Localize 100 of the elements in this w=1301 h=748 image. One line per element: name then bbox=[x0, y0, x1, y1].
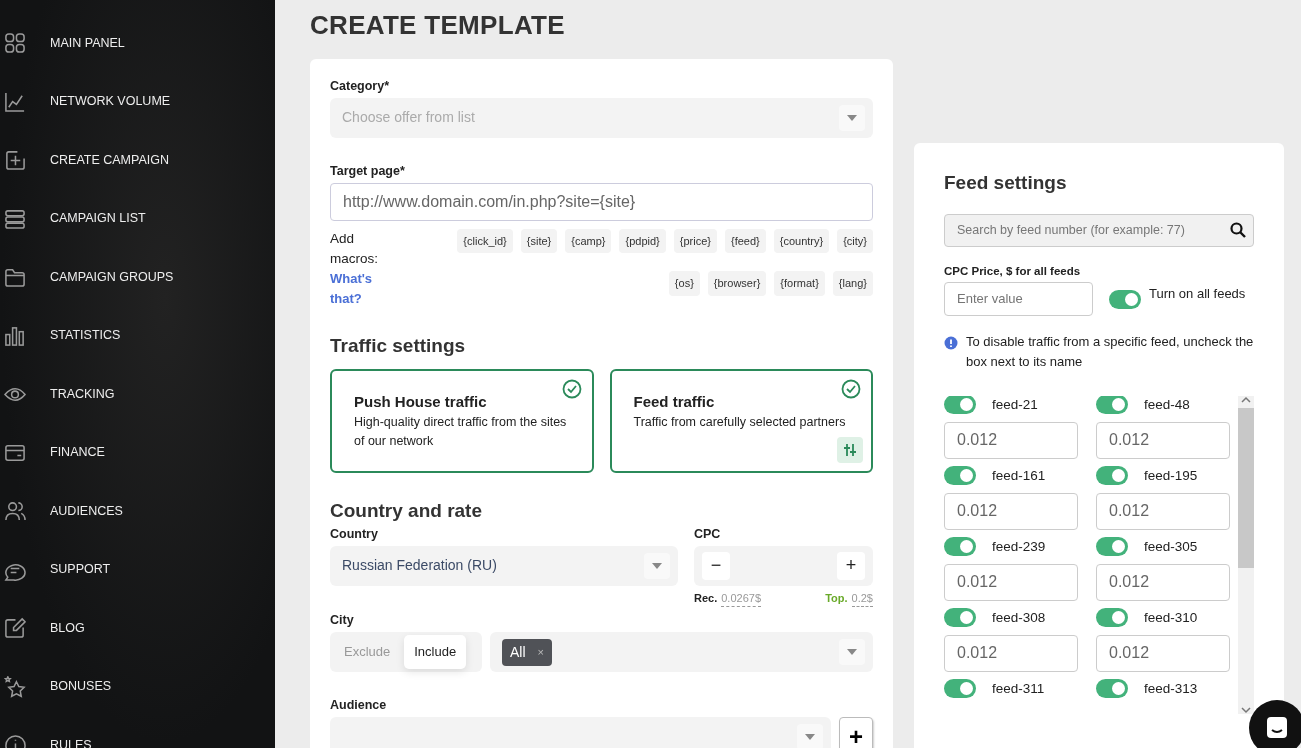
cpc-field[interactable]: Enter value bbox=[944, 281, 1093, 316]
people-icon bbox=[4, 500, 26, 523]
section-heading: Traffic settings bbox=[330, 334, 467, 358]
price-field[interactable]: 0.012 bbox=[1096, 421, 1230, 459]
search-field[interactable]: Search by feed number (for example: 77) bbox=[944, 213, 1254, 247]
option-description: Traffic from carefully selected partners bbox=[633, 414, 847, 431]
feed-name: feed-161 bbox=[992, 466, 1046, 485]
sidebar-item[interactable]: CAMPAIGN LIST bbox=[0, 189, 275, 248]
price-field[interactable]: 0.012 bbox=[1096, 634, 1230, 672]
card-title: Feed settings bbox=[944, 171, 1068, 195]
field-label: City bbox=[330, 612, 355, 630]
country-select[interactable]: Russian Federation (RU) bbox=[330, 545, 678, 586]
option-description: High-quality direct traffic from the sites of our network bbox=[354, 414, 568, 450]
traffic-option-card[interactable]: Push House traffic High-quality direct traffic from the sites of our network bbox=[330, 368, 594, 473]
scroll-down-icon[interactable] bbox=[1241, 705, 1251, 714]
price-field[interactable]: 0.012 bbox=[1096, 563, 1230, 601]
macro-chip[interactable]: {camp} bbox=[565, 228, 612, 253]
macro-chip[interactable]: {site} bbox=[520, 228, 558, 253]
field-label: Category* bbox=[330, 78, 391, 95]
toggle-switch[interactable] bbox=[1096, 679, 1128, 699]
check-icon bbox=[841, 379, 861, 400]
edit-icon bbox=[4, 617, 26, 640]
sidebar-item[interactable]: CAMPAIGN GROUPS bbox=[0, 248, 275, 307]
macro-chip[interactable]: {pdpid} bbox=[619, 228, 666, 253]
sidebar-item[interactable]: CREATE CAMPAIGN bbox=[0, 131, 275, 190]
feed-name: feed-313 bbox=[1144, 679, 1198, 698]
price-field[interactable]: 0.012 bbox=[944, 634, 1078, 672]
add-button[interactable]: + bbox=[839, 716, 873, 748]
chat-button[interactable] bbox=[1249, 700, 1301, 748]
sliders-icon bbox=[843, 442, 857, 457]
price-field[interactable]: 0.012 bbox=[1096, 492, 1230, 530]
field-label: Country bbox=[330, 526, 379, 543]
dropdown-caret-icon[interactable] bbox=[839, 104, 865, 131]
sidebar-item[interactable]: BONUSES bbox=[0, 657, 275, 716]
cpc-stepper[interactable]: − + bbox=[694, 545, 873, 586]
macro-chip[interactable]: {city} bbox=[837, 228, 873, 253]
traffic-option-card[interactable]: Feed traffic Traffic from carefully selected partners bbox=[609, 368, 873, 473]
macros-label: Add macros: bbox=[330, 229, 379, 268]
sidebar-item[interactable]: BLOG bbox=[0, 599, 275, 658]
option-title: Feed traffic bbox=[633, 391, 716, 412]
help-link[interactable]: What's that? bbox=[330, 269, 400, 308]
toggle-switch[interactable] bbox=[1096, 395, 1128, 415]
field-label: Target page* bbox=[330, 162, 406, 180]
city-select[interactable]: All × bbox=[490, 632, 873, 672]
price-field[interactable]: 0.012 bbox=[944, 563, 1078, 601]
feed-name: feed-239 bbox=[992, 537, 1046, 556]
feed-name: feed-21 bbox=[992, 395, 1038, 414]
macro-chip[interactable]: {click_id} bbox=[457, 228, 513, 253]
toggle-switch[interactable] bbox=[1096, 608, 1128, 628]
decrement-button[interactable]: − bbox=[702, 551, 730, 580]
target-page-field[interactable]: http://www.domain.com/in.php?site={site} bbox=[330, 182, 873, 221]
macro-chip[interactable]: {country} bbox=[773, 228, 830, 253]
dropdown-caret-icon[interactable] bbox=[839, 639, 865, 665]
sidebar-item[interactable]: AUDIENCES bbox=[0, 482, 275, 541]
sidebar-item[interactable]: STATISTICS bbox=[0, 306, 275, 365]
toggle-switch[interactable] bbox=[944, 395, 976, 415]
price-field[interactable]: 0.012 bbox=[944, 421, 1078, 459]
toggle-switch[interactable] bbox=[1109, 289, 1141, 309]
macro-chip[interactable]: {price} bbox=[673, 228, 717, 253]
macro-chip[interactable]: {lang} bbox=[832, 271, 873, 296]
toggle-switch[interactable] bbox=[944, 466, 976, 486]
settings-button[interactable] bbox=[837, 436, 863, 463]
sidebar-item[interactable]: TRACKING bbox=[0, 365, 275, 424]
city-tag[interactable]: All × bbox=[502, 638, 552, 666]
scroll-up-icon[interactable] bbox=[1241, 395, 1251, 404]
mode-tab[interactable]: Include bbox=[404, 635, 467, 669]
feed-name: feed-311 bbox=[992, 679, 1045, 698]
feed-name: feed-48 bbox=[1144, 395, 1190, 414]
macro-chip[interactable]: {browser} bbox=[707, 271, 767, 296]
feed-name: feed-310 bbox=[1144, 608, 1198, 627]
macro-chip[interactable]: {format} bbox=[774, 271, 825, 296]
search-icon[interactable] bbox=[1230, 221, 1246, 238]
toggle-switch[interactable] bbox=[944, 608, 976, 628]
scrollbar[interactable] bbox=[1238, 395, 1254, 714]
grid-icon bbox=[4, 32, 26, 55]
price-field[interactable]: 0.012 bbox=[944, 492, 1078, 530]
toggle-switch[interactable] bbox=[1096, 537, 1128, 557]
dropdown-caret-icon[interactable] bbox=[797, 723, 823, 748]
toggle-switch[interactable] bbox=[1096, 466, 1128, 486]
sidebar-item[interactable]: FINANCE bbox=[0, 423, 275, 482]
increment-button[interactable]: + bbox=[837, 551, 865, 580]
page-title: CREATE TEMPLATE bbox=[310, 9, 566, 42]
folder-icon bbox=[4, 266, 26, 289]
check-icon bbox=[561, 379, 582, 400]
sidebar-item[interactable]: MAIN PANEL bbox=[0, 14, 275, 73]
feed-name: feed-305 bbox=[1144, 537, 1198, 556]
sidebar-item[interactable]: NETWORK VOLUME bbox=[0, 72, 275, 131]
dropdown-caret-icon[interactable] bbox=[644, 552, 670, 579]
star-icon bbox=[4, 675, 26, 698]
sidebar-item[interactable]: SUPPORT bbox=[0, 540, 275, 599]
chat-icon bbox=[1264, 715, 1290, 741]
info-icon bbox=[944, 336, 958, 351]
toggle-label: Turn on all feeds bbox=[1149, 285, 1247, 303]
top-label: Top. bbox=[825, 590, 848, 606]
option-title: Push House traffic bbox=[354, 391, 488, 412]
toggle-switch[interactable] bbox=[944, 537, 976, 557]
macro-chip[interactable]: {feed} bbox=[724, 228, 766, 253]
macro-chip[interactable]: {os} bbox=[668, 271, 700, 296]
toggle-switch[interactable] bbox=[944, 679, 976, 699]
rec-label: Rec. bbox=[694, 590, 718, 606]
